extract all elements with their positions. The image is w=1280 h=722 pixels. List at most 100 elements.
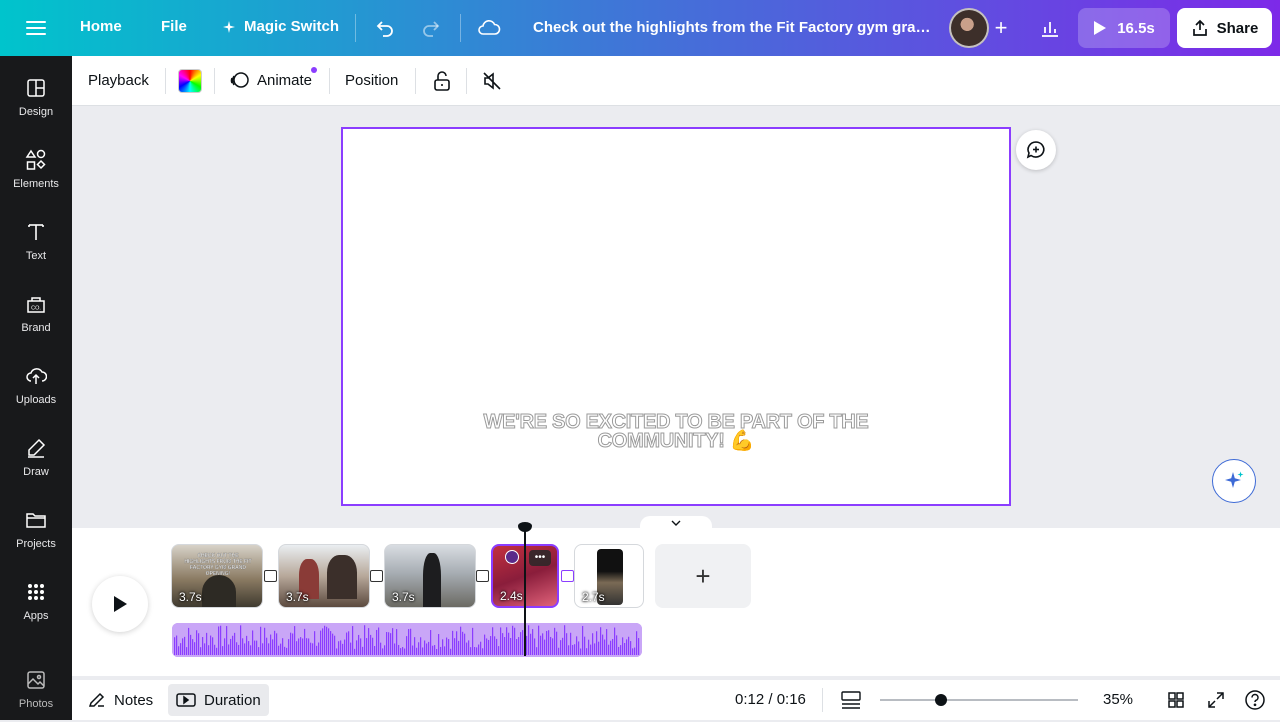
waveform-bar — [414, 637, 416, 655]
animate-button[interactable]: Animate — [230, 70, 312, 90]
waveform-bar — [638, 638, 640, 655]
playback-button[interactable]: Playback — [88, 72, 149, 89]
waveform-bar — [496, 638, 498, 655]
sidebar-item-photos[interactable]: Photos — [0, 662, 72, 722]
clip-more-options-icon[interactable]: ••• — [529, 550, 551, 566]
waveform-bar — [210, 635, 212, 655]
waveform-bar — [404, 648, 406, 655]
waveform-bar — [226, 626, 228, 655]
notes-button[interactable]: Notes — [80, 684, 161, 716]
transition-icon[interactable] — [476, 570, 489, 582]
audio-track[interactable] — [172, 623, 642, 657]
duration-button[interactable]: Duration — [168, 684, 269, 716]
timeline-clip[interactable]: CHECK OUT THE HIGHLIGHTS FROM THE FIT FA… — [171, 544, 263, 608]
waveform-bar — [434, 645, 436, 655]
page-view-icon[interactable] — [839, 688, 863, 712]
waveform-bar — [586, 648, 588, 655]
zoom-level[interactable]: 35% — [1103, 691, 1133, 708]
timeline-clip[interactable]: 2.7s — [574, 544, 644, 608]
waveform-bar — [428, 641, 430, 655]
design-canvas-page[interactable]: WE'RE SO EXCITED TO BE PART OF THE COMMU… — [341, 127, 1011, 506]
sidebar-label: Draw — [23, 466, 49, 478]
waveform-bar — [596, 631, 598, 655]
insights-chart-icon[interactable] — [1030, 8, 1070, 48]
share-button[interactable]: Share — [1177, 8, 1272, 48]
color-picker-swatch[interactable] — [178, 69, 202, 93]
help-icon[interactable] — [1243, 688, 1267, 712]
file-menu[interactable]: File — [161, 18, 187, 35]
home-menu[interactable]: Home — [80, 18, 122, 35]
sidebar-item-text[interactable]: Text — [0, 214, 72, 274]
divider — [214, 68, 215, 94]
position-button[interactable]: Position — [345, 72, 398, 89]
grid-view-icon[interactable] — [1164, 688, 1188, 712]
timeline-clip[interactable]: 3.7s — [278, 544, 370, 608]
magic-switch-button[interactable]: Magic Switch — [222, 18, 339, 35]
waveform-bar — [268, 643, 270, 655]
zoom-slider-track[interactable] — [880, 699, 1078, 701]
magic-assistant-icon[interactable] — [1212, 459, 1256, 503]
user-avatar[interactable] — [949, 8, 989, 48]
transition-icon[interactable] — [370, 570, 383, 582]
clip-thumbnail — [202, 575, 236, 607]
waveform-bar — [184, 636, 186, 655]
add-comment-icon[interactable] — [1016, 130, 1056, 170]
divider — [415, 68, 416, 94]
waveform-bar — [306, 638, 308, 655]
waveform-bar — [422, 647, 424, 655]
collapse-timeline-chevron-icon[interactable] — [640, 516, 712, 530]
waveform-bar — [352, 626, 354, 655]
sidebar-item-apps[interactable]: Apps — [0, 574, 72, 634]
playhead[interactable] — [524, 528, 526, 656]
waveform-bar — [432, 645, 434, 655]
sidebar-item-design[interactable]: Design — [0, 70, 72, 130]
undo-icon[interactable] — [371, 14, 399, 42]
cloud-save-icon[interactable] — [475, 14, 503, 42]
share-label: Share — [1216, 19, 1259, 37]
document-title[interactable]: Check out the highlights from the Fit Fa… — [533, 19, 933, 36]
sidebar-label: Text — [25, 250, 47, 262]
waveform-bar — [508, 632, 510, 655]
duration-label: Duration — [204, 691, 261, 709]
waveform-bar — [592, 633, 594, 655]
redo-icon[interactable] — [417, 14, 445, 42]
transition-icon[interactable] — [561, 570, 574, 582]
waveform-bar — [280, 643, 282, 655]
add-clip-plus-icon[interactable]: + — [655, 544, 751, 608]
waveform-bar — [256, 640, 258, 655]
waveform-bar — [574, 644, 576, 655]
waveform-bar — [540, 635, 542, 655]
waveform-bar — [354, 648, 356, 655]
waveform-bar — [514, 627, 516, 655]
waveform-bar — [186, 647, 188, 655]
waveform-bar — [444, 646, 446, 655]
waveform-bar — [510, 637, 512, 655]
sidebar-item-projects[interactable]: Projects — [0, 502, 72, 562]
sidebar-item-elements[interactable]: Elements — [0, 142, 72, 202]
waveform-bar — [560, 640, 562, 655]
unlock-icon[interactable] — [428, 67, 456, 95]
mute-audio-icon[interactable] — [478, 67, 506, 95]
sidebar-item-uploads[interactable]: Uploads — [0, 358, 72, 418]
timeline-play-button[interactable] — [92, 576, 148, 632]
transition-icon[interactable] — [264, 570, 277, 582]
animate-icon — [230, 72, 249, 88]
waveform-bar — [578, 641, 580, 655]
present-play-button[interactable]: 16.5s — [1078, 8, 1170, 48]
add-collaborator-icon[interactable]: + — [984, 11, 1018, 45]
sidebar-item-draw[interactable]: Draw — [0, 430, 72, 490]
waveform-bar — [340, 640, 342, 655]
waveform-bar — [368, 628, 370, 655]
caption-text[interactable]: WE'RE SO EXCITED TO BE PART OF THE COMMU… — [343, 412, 1009, 452]
waveform-bar — [236, 642, 238, 655]
timeline-clip[interactable]: 3.7s — [384, 544, 476, 608]
waveform-bar — [406, 636, 408, 655]
sidebar-label: Design — [18, 106, 54, 118]
waveform-bar — [466, 642, 468, 655]
hamburger-menu-icon[interactable] — [24, 17, 48, 39]
sidebar-item-brand[interactable]: CO. Brand — [0, 286, 72, 346]
fullscreen-icon[interactable] — [1204, 688, 1228, 712]
zoom-slider-handle[interactable] — [935, 694, 947, 706]
waveform-bar — [286, 647, 288, 655]
waveform-bar — [566, 633, 568, 655]
